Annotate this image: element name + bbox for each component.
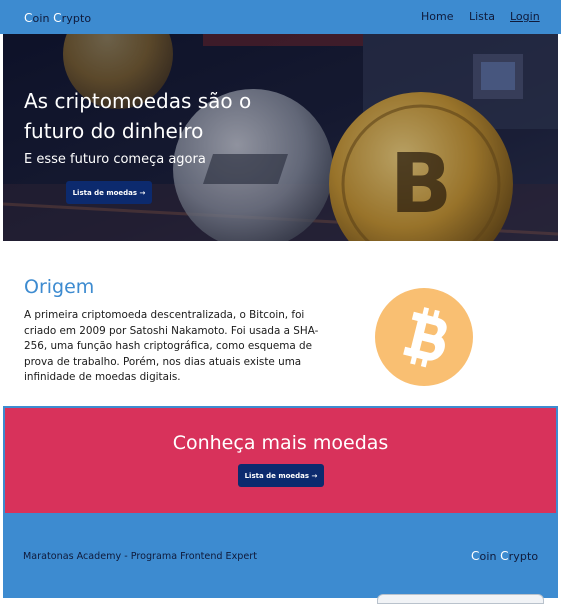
brand-letter: C bbox=[500, 549, 509, 563]
nav-lista-link[interactable]: Lista bbox=[469, 10, 495, 23]
hero-subtitle: E esse futuro começa agora bbox=[24, 152, 206, 167]
nav-home-link[interactable]: Home bbox=[421, 10, 453, 23]
site-footer: Maratonas Academy - Programa Frontend Ex… bbox=[3, 515, 558, 604]
brand-logo[interactable]: Coin Crypto bbox=[24, 11, 91, 25]
brand-text: rypto bbox=[61, 12, 92, 25]
origem-text: A primeira criptomoeda descentralizada, … bbox=[24, 309, 319, 384]
nav-login-link[interactable]: Login bbox=[510, 10, 540, 23]
brand-letter: C bbox=[53, 11, 62, 25]
brand-text: rypto bbox=[508, 550, 539, 563]
browser-tab-edge bbox=[377, 594, 544, 604]
more-coins-section: Conheça mais moedas Lista de moedas → bbox=[3, 406, 558, 515]
more-coins-title: Conheça mais moedas bbox=[172, 432, 389, 454]
origem-title: Origem bbox=[24, 276, 95, 298]
brand-text: oin bbox=[32, 12, 54, 25]
promo-coin-list-button[interactable]: Lista de moedas → bbox=[238, 464, 324, 487]
bitcoin-icon bbox=[375, 288, 473, 386]
site-header: Coin Crypto Home Lista Login bbox=[0, 0, 561, 34]
footer-text: Maratonas Academy - Programa Frontend Ex… bbox=[23, 551, 257, 562]
hero-title: As criptomoedas são o futuro do dinheiro bbox=[24, 89, 252, 143]
footer-brand-logo[interactable]: Coin Crypto bbox=[471, 549, 538, 563]
hero-coin-list-button[interactable]: Lista de moedas → bbox=[66, 181, 152, 204]
hero-banner: B As criptomoedas são o futuro do dinhei… bbox=[3, 34, 558, 241]
brand-text: oin bbox=[479, 550, 501, 563]
